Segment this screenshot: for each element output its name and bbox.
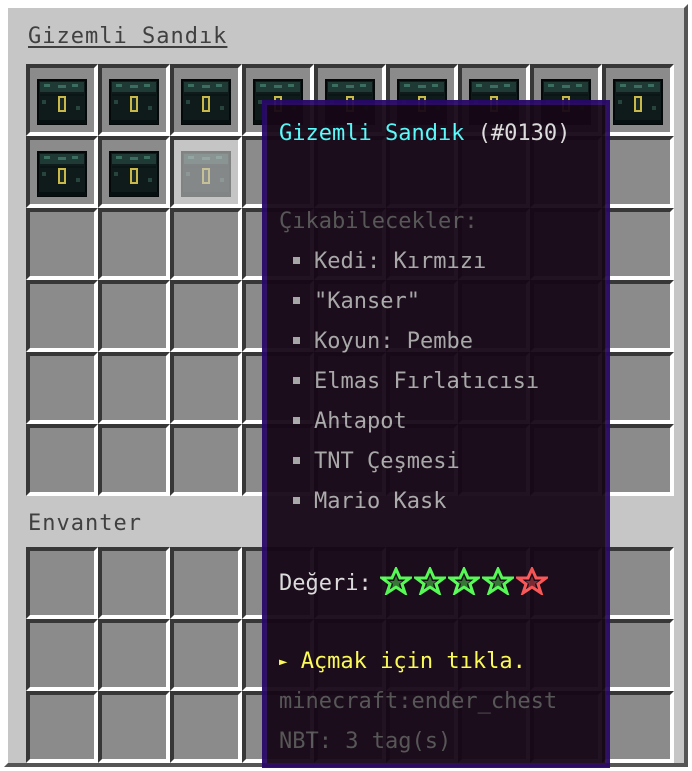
star-empty-icon: [513, 565, 551, 597]
chest-slot[interactable]: [602, 136, 674, 208]
bullet-icon: [293, 456, 300, 464]
chest-title: Gizemli Sandık: [28, 24, 228, 49]
chest-slot[interactable]: [26, 280, 98, 352]
inventory-title: Envanter: [28, 511, 142, 536]
chest-slot[interactable]: [26, 424, 98, 496]
chest-slot[interactable]: [98, 280, 170, 352]
drop-item: "Kanser": [275, 289, 420, 314]
chest-slot[interactable]: [602, 64, 674, 136]
drop-item-label: TNT Çeşmesi: [314, 449, 460, 474]
ender-chest-icon: [181, 79, 231, 125]
chest-slot[interactable]: [602, 424, 674, 496]
nbt-info: NBT: 3 tag(s): [279, 729, 452, 754]
drop-item: Elmas Fırlatıcısı: [275, 369, 539, 394]
inventory-slot[interactable]: [602, 547, 674, 619]
tooltip-item-name: Gizemli Sandık: [279, 121, 465, 146]
ender-chest-icon: [109, 79, 159, 125]
rating-stars: [377, 565, 551, 601]
drop-item-label: "Kanser": [314, 289, 420, 314]
open-action: ► Açmak için tıkla.: [279, 649, 526, 674]
drop-item: Koyun: Pembe: [275, 329, 473, 354]
ender-chest-icon: [181, 151, 231, 197]
drop-item-label: Elmas Fırlatıcısı: [314, 369, 540, 394]
bullet-icon: [293, 336, 300, 344]
inventory-slot[interactable]: [26, 619, 98, 691]
drop-item-label: Ahtapot: [314, 409, 407, 434]
item-registry-id: minecraft:ender_chest: [279, 689, 558, 714]
inventory-slot[interactable]: [98, 619, 170, 691]
action-text: Açmak için tıkla.: [300, 649, 526, 674]
drops-header: Çıkabilecekler:: [279, 209, 478, 234]
inventory-slot[interactable]: [602, 619, 674, 691]
inventory-slot[interactable]: [98, 691, 170, 763]
star-filled-icon: [445, 565, 483, 597]
drop-item-label: Kedi: Kırmızı: [314, 249, 487, 274]
ender-chest-icon: [109, 151, 159, 197]
ender-chest-icon: [37, 151, 87, 197]
chest-slot[interactable]: [170, 352, 242, 424]
chest-slot[interactable]: [26, 136, 98, 208]
inventory-slot[interactable]: [26, 547, 98, 619]
chest-slot[interactable]: [98, 352, 170, 424]
bullet-icon: [293, 376, 300, 384]
tooltip-title: Gizemli Sandık (#0130): [279, 121, 570, 146]
chest-slot[interactable]: [98, 136, 170, 208]
chest-slot[interactable]: [170, 424, 242, 496]
inventory-slot[interactable]: [170, 547, 242, 619]
drop-item: Ahtapot: [275, 409, 407, 434]
item-tooltip: Gizemli Sandık (#0130) Çıkabilecekler: K…: [262, 100, 610, 768]
drop-item: Kedi: Kırmızı: [275, 249, 486, 274]
ender-chest-icon: [613, 79, 663, 125]
chest-slot[interactable]: [602, 280, 674, 352]
inventory-slot[interactable]: [602, 691, 674, 763]
chest-slot[interactable]: [26, 208, 98, 280]
tooltip-item-id: (#0130): [477, 121, 571, 146]
drop-item-label: Koyun: Pembe: [314, 329, 473, 354]
bullet-icon: [293, 496, 300, 504]
star-filled-icon: [411, 565, 449, 597]
value-label: Değeri:: [279, 571, 372, 596]
bullet-icon: [293, 296, 300, 304]
ender-chest-icon: [37, 79, 87, 125]
value-row: Değeri:: [279, 565, 551, 601]
drop-item: Mario Kask: [275, 489, 446, 514]
chest-slot[interactable]: [602, 208, 674, 280]
chest-slot[interactable]: [602, 352, 674, 424]
inventory-slot[interactable]: [170, 619, 242, 691]
inventory-slot[interactable]: [98, 547, 170, 619]
chest-slot[interactable]: [170, 64, 242, 136]
chest-slot[interactable]: [98, 64, 170, 136]
chest-slot[interactable]: [170, 280, 242, 352]
bullet-icon: [293, 256, 300, 264]
chest-slot[interactable]: [98, 208, 170, 280]
chest-slot[interactable]: [98, 424, 170, 496]
inventory-slot[interactable]: [170, 691, 242, 763]
drop-item-label: Mario Kask: [314, 489, 447, 514]
action-arrow-icon: ►: [279, 654, 288, 670]
chest-slot[interactable]: [26, 352, 98, 424]
chest-slot[interactable]: [26, 64, 98, 136]
chest-slot[interactable]: [170, 208, 242, 280]
star-filled-icon: [377, 565, 415, 597]
inventory-slot[interactable]: [26, 691, 98, 763]
chest-slot[interactable]: [170, 136, 242, 208]
bullet-icon: [293, 416, 300, 424]
drop-item: TNT Çeşmesi: [275, 449, 460, 474]
star-filled-icon: [479, 565, 517, 597]
